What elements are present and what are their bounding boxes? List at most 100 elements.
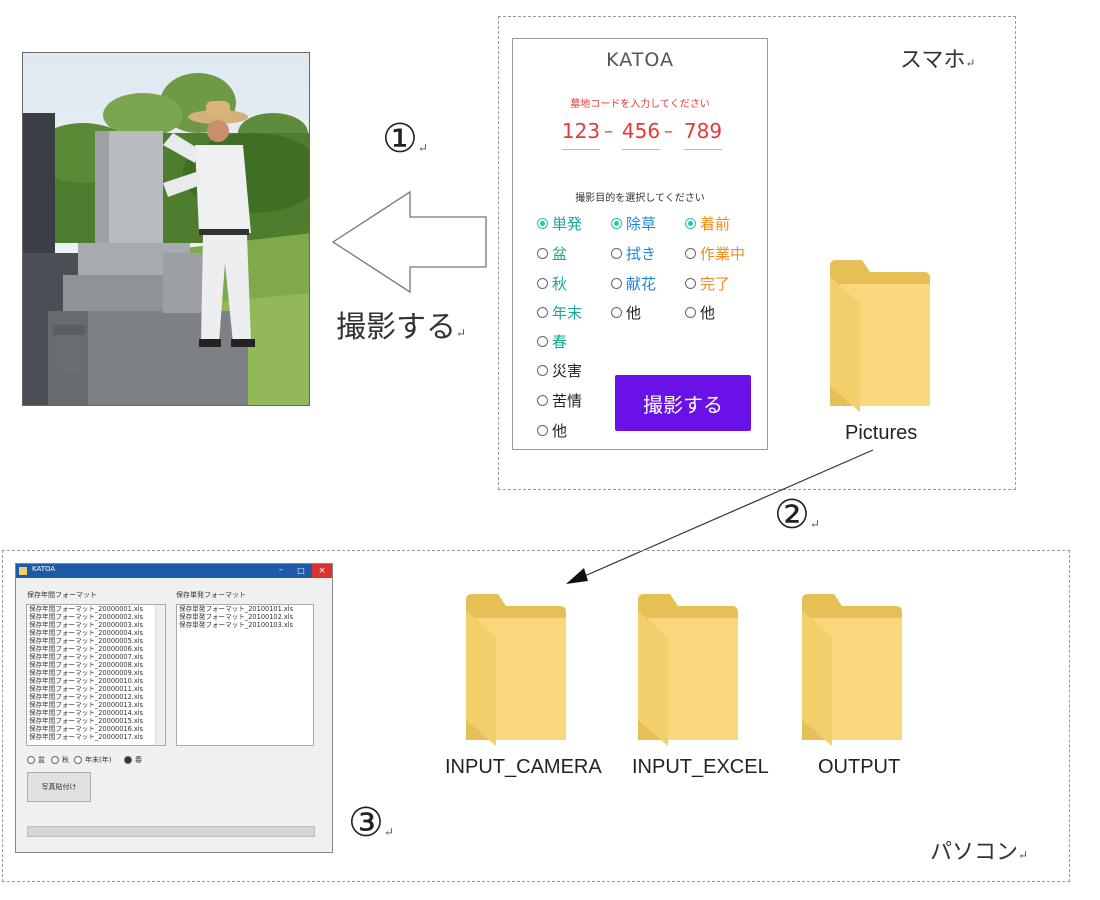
list-item[interactable]: 保存年間フォーマット_20000013.xls [27, 701, 165, 709]
folder-icon [802, 594, 902, 746]
purpose-option[interactable]: 他 [685, 302, 715, 323]
list-item[interactable]: 保存単発フォーマット_20100102.xls [177, 613, 313, 621]
radio-icon [685, 307, 696, 318]
purpose-option[interactable]: 春 [537, 331, 567, 352]
purpose-option[interactable]: 盆 [537, 243, 567, 264]
list-item[interactable]: 保存年間フォーマット_20000005.xls [27, 637, 165, 645]
radio-icon [537, 395, 548, 406]
list-item[interactable]: 保存年間フォーマット_20000016.xls [27, 725, 165, 733]
list-item[interactable]: 保存年間フォーマット_20000014.xls [27, 709, 165, 717]
window-title: KATOA [32, 565, 56, 573]
radio-icon [74, 756, 82, 764]
radio-selected-icon [685, 218, 696, 229]
purpose-option[interactable]: 秋 [537, 273, 567, 294]
folder-label-output[interactable]: OUTPUT [818, 756, 900, 779]
radio-icon [611, 307, 622, 318]
list-item[interactable]: 保存年間フォーマット_20000011.xls [27, 685, 165, 693]
minimize-icon[interactable]: – [272, 564, 290, 578]
step1-caption: 撮影する↵ [336, 310, 467, 345]
app-title: KATOA [606, 49, 674, 71]
season-radio[interactable]: 盆 [27, 755, 45, 765]
app-icon [19, 567, 27, 575]
purpose-prompt: 撮影目的を選択してください [575, 193, 705, 204]
folder-icon [638, 594, 738, 746]
purpose-option[interactable]: 除草 [611, 213, 656, 234]
purpose-option[interactable]: 他 [611, 302, 641, 323]
code-part-2[interactable]: 456 [621, 119, 661, 143]
purpose-option[interactable]: 苦情 [537, 390, 582, 411]
radio-icon [685, 248, 696, 259]
list-item[interactable]: 保存単発フォーマット_20100101.xls [177, 605, 313, 613]
list-item[interactable]: 保存年間フォーマット_20000015.xls [27, 717, 165, 725]
step3-number: ③↵ [348, 800, 394, 846]
list-item[interactable]: 保存年間フォーマット_20000007.xls [27, 653, 165, 661]
list1[interactable]: 保存年間フォーマット_20000001.xls 保存年間フォーマット_200000… [26, 604, 166, 746]
list-item[interactable]: 保存年間フォーマット_20000009.xls [27, 669, 165, 677]
radio-icon [537, 248, 548, 259]
radio-icon [51, 756, 59, 764]
close-icon[interactable]: × [312, 564, 332, 578]
left-arrow-icon [331, 190, 487, 294]
season-radio[interactable]: 春 [124, 755, 142, 765]
grave-cleaning-photo [23, 53, 309, 405]
radio-selected-icon [537, 218, 548, 229]
purpose-option[interactable]: 単発 [537, 213, 582, 234]
pc-app-window: KATOA – □ × 保存年間フォーマット 保存年間フォーマット_200000… [15, 563, 333, 853]
step2-number: ②↵ [774, 492, 820, 538]
purpose-option[interactable]: 災害 [537, 360, 582, 381]
code-underline [562, 149, 600, 150]
list-item[interactable]: 保存年間フォーマット_20000001.xls [27, 605, 165, 613]
list-item[interactable]: 保存年間フォーマット_20000003.xls [27, 621, 165, 629]
list-item[interactable]: 保存年間フォーマット_20000002.xls [27, 613, 165, 621]
radio-selected-icon [611, 218, 622, 229]
purpose-option[interactable]: 完了 [685, 273, 730, 294]
scrollbar[interactable] [155, 605, 165, 745]
radio-icon [537, 425, 548, 436]
purpose-option[interactable]: 拭き [611, 243, 656, 264]
code-prompt: 墓地コードを入力してください [570, 99, 710, 110]
list-item[interactable]: 保存年間フォーマット_20000004.xls [27, 629, 165, 637]
pc-region-label: パソコン↵ [930, 840, 1029, 865]
smartphone-region-label: スマホ↵ [900, 48, 976, 73]
code-part-1[interactable]: 123 [561, 119, 601, 143]
maximize-icon[interactable]: □ [292, 564, 310, 578]
list-item[interactable]: 保存単発フォーマット_20100103.xls [177, 621, 313, 629]
code-part-3[interactable]: 789 [683, 119, 723, 143]
purpose-option[interactable]: 年末 [537, 302, 582, 323]
folder-label-input-excel[interactable]: INPUT_EXCEL [632, 756, 769, 779]
code-underline [684, 149, 722, 150]
pictures-folder-label[interactable]: Pictures [845, 422, 917, 445]
list-item[interactable]: 保存年間フォーマット_20000010.xls [27, 677, 165, 685]
radio-icon [611, 278, 622, 289]
purpose-option[interactable]: 着前 [685, 213, 730, 234]
folder-label-input-camera[interactable]: INPUT_CAMERA [445, 756, 602, 779]
list-item[interactable]: 保存年間フォーマット_20000012.xls [27, 693, 165, 701]
radio-icon [27, 756, 35, 764]
radio-icon [685, 278, 696, 289]
code-underline [622, 149, 660, 150]
season-radio[interactable]: 年末(年) [74, 755, 111, 765]
radio-icon [537, 365, 548, 376]
season-radio[interactable]: 秋 [51, 755, 69, 765]
paste-photos-button[interactable]: 写真貼付け [27, 772, 91, 802]
list-item[interactable]: 保存年間フォーマット_20000006.xls [27, 645, 165, 653]
code-separator: – [664, 121, 673, 142]
list2-label: 保存単発フォーマット [176, 591, 246, 599]
radio-icon [537, 278, 548, 289]
phone-app-screen: KATOA 墓地コードを入力してください 123 – 456 – 789 撮影目… [512, 38, 768, 450]
step1-number: ①↵ [382, 116, 428, 162]
grave-photo [22, 52, 310, 406]
purpose-option[interactable]: 他 [537, 420, 567, 441]
code-separator: – [604, 121, 613, 142]
folder-icon [466, 594, 566, 746]
purpose-option[interactable]: 作業中 [685, 243, 745, 264]
purpose-option[interactable]: 献花 [611, 273, 656, 294]
list2[interactable]: 保存単発フォーマット_20100101.xls 保存単発フォーマット_201001… [176, 604, 314, 746]
radio-icon [537, 336, 548, 347]
radio-icon [537, 307, 548, 318]
folder-icon [830, 260, 930, 412]
shoot-button[interactable]: 撮影する [615, 375, 751, 431]
list-item[interactable]: 保存年間フォーマット_20000008.xls [27, 661, 165, 669]
list-item[interactable]: 保存年間フォーマット_20000017.xls [27, 733, 165, 741]
radio-selected-icon [124, 756, 132, 764]
